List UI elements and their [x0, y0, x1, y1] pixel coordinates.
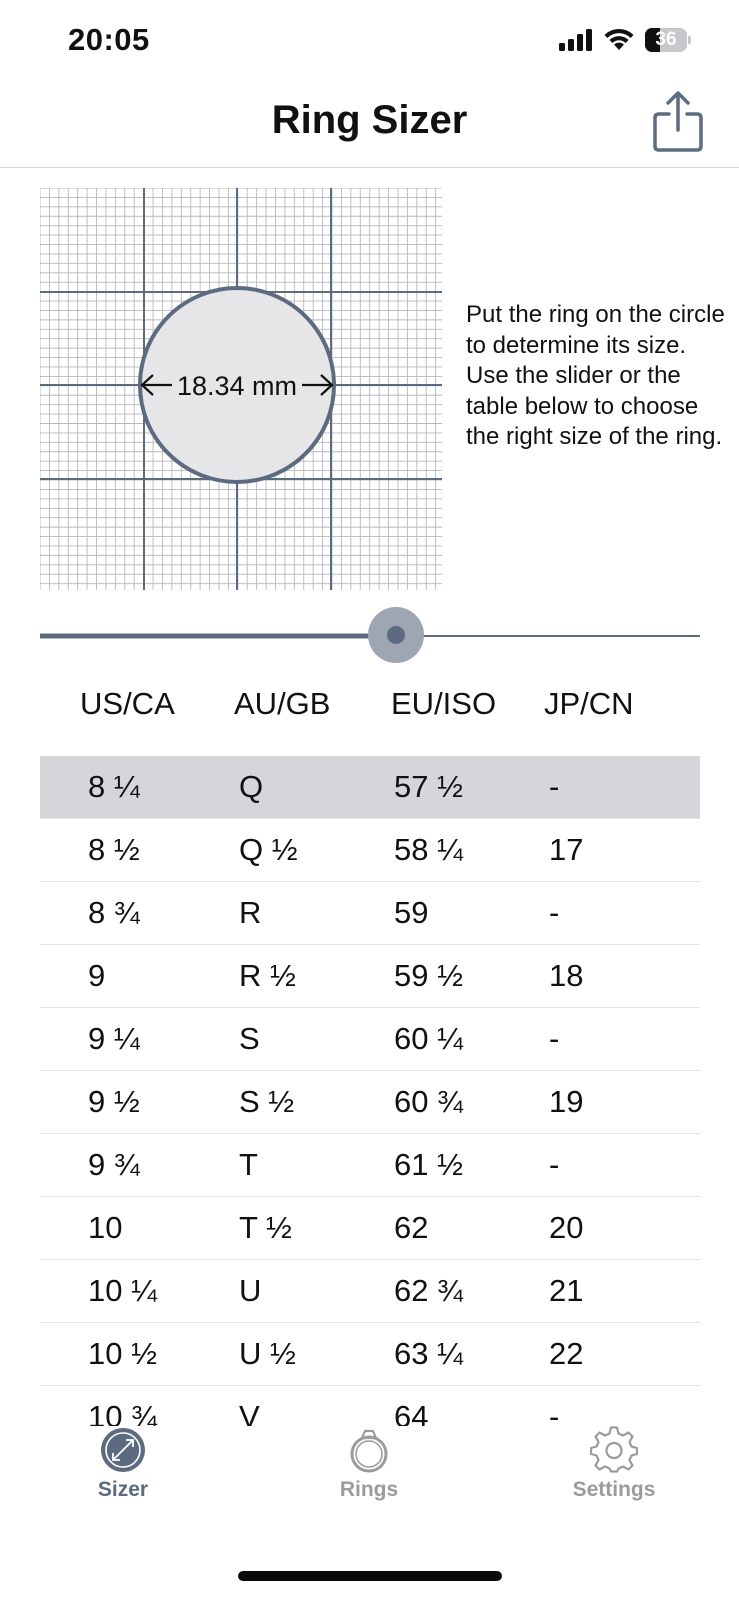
- cell-au-gb: R: [239, 895, 262, 930]
- table-row[interactable]: 9 R ½ 59 ½ 18: [40, 945, 700, 1008]
- header-au-gb: AU/GB: [234, 686, 331, 721]
- cell-jp-cn: 19: [549, 1084, 584, 1119]
- battery-level: 36: [655, 29, 677, 50]
- home-indicator: [238, 1571, 502, 1581]
- sizer-grid[interactable]: 18.34 mm: [39, 187, 442, 590]
- cell-jp-cn: -: [549, 1021, 560, 1056]
- cell-us-ca: 9: [88, 958, 106, 993]
- cell-au-gb: Q: [239, 769, 264, 804]
- cell-au-gb: U: [239, 1273, 262, 1308]
- cell-eu-iso: 60 ¼: [394, 1021, 463, 1056]
- cell-eu-iso: 60 ¾: [394, 1084, 463, 1119]
- cell-us-ca: 9 ¾: [88, 1147, 140, 1182]
- cell-us-ca: 9 ½: [88, 1084, 140, 1119]
- table-row[interactable]: 10 T ½ 62 20: [40, 1197, 700, 1260]
- table-row[interactable]: 8 ½ Q ½ 58 ¼ 17: [40, 819, 700, 882]
- cell-au-gb: R ½: [239, 958, 296, 993]
- cell-au-gb: T ½: [239, 1210, 292, 1245]
- cell-us-ca: 8 ¾: [88, 895, 140, 930]
- gear-icon: [590, 1426, 638, 1473]
- cell-us-ca: 10 ¾: [88, 1399, 157, 1426]
- cell-us-ca: 8 ¼: [88, 769, 140, 804]
- nav-bar: Ring Sizer: [0, 84, 739, 168]
- cell-eu-iso: 59: [394, 895, 429, 930]
- cell-eu-iso: 62: [394, 1210, 429, 1245]
- tab-settings[interactable]: Settings: [534, 1426, 694, 1502]
- cell-au-gb: S ½: [239, 1084, 295, 1119]
- cell-eu-iso: 62 ¾: [394, 1273, 463, 1308]
- cell-us-ca: 10 ½: [88, 1336, 157, 1371]
- table-row[interactable]: 10 ¾ V 64 -: [40, 1386, 700, 1426]
- table-row[interactable]: 8 ¾ R 59 -: [40, 882, 700, 945]
- table-row[interactable]: 9 ¼ S 60 ¼ -: [40, 1008, 700, 1071]
- cellular-signal-icon: [559, 29, 592, 51]
- tab-sizer-label: Sizer: [97, 1478, 149, 1501]
- table-header: US/CA AU/GB EU/ISO JP/CN: [40, 680, 700, 740]
- share-button[interactable]: [651, 90, 705, 154]
- cell-us-ca: 10 ¼: [88, 1273, 157, 1308]
- cell-jp-cn: 18: [549, 958, 584, 993]
- cell-jp-cn: -: [549, 895, 560, 930]
- cell-au-gb: T: [239, 1147, 258, 1182]
- cell-eu-iso: 64: [394, 1399, 429, 1426]
- cell-eu-iso: 61 ½: [394, 1147, 463, 1182]
- cell-eu-iso: 57 ½: [394, 769, 463, 804]
- diameter-label: 18.34 mm: [177, 371, 297, 401]
- table-row[interactable]: 8 ¼ Q 57 ½ -: [40, 756, 700, 819]
- cell-au-gb: V: [239, 1399, 260, 1426]
- page-title: Ring Sizer: [271, 98, 468, 142]
- size-table[interactable]: 8 ¼ Q 57 ½ - 8 ½ Q ½ 58 ¼ 17 8 ¾ R 59 - …: [40, 756, 700, 1426]
- cell-eu-iso: 63 ¼: [394, 1336, 463, 1371]
- tab-rings-label: Rings: [339, 1478, 399, 1501]
- ring-icon: [350, 1429, 388, 1473]
- grid-canvas: 18.34 mm: [39, 187, 442, 590]
- cell-eu-iso: 58 ¼: [394, 832, 463, 867]
- table-row[interactable]: 10 ¼ U 62 ¾ 21: [40, 1260, 700, 1323]
- size-slider[interactable]: [40, 600, 700, 670]
- cell-jp-cn: -: [549, 1399, 560, 1426]
- cell-us-ca: 10: [88, 1210, 123, 1245]
- cell-jp-cn: 17: [549, 832, 584, 867]
- header-jp-cn: JP/CN: [544, 686, 634, 721]
- instructions-text: Put the ring on the circle to determine …: [466, 301, 725, 450]
- header-eu-iso: EU/ISO: [391, 686, 497, 721]
- battery-icon: 36: [645, 28, 691, 52]
- status-icons: 36: [559, 28, 691, 52]
- table-row[interactable]: 10 ½ U ½ 63 ¼ 22: [40, 1323, 700, 1386]
- cell-jp-cn: 21: [549, 1273, 584, 1308]
- cell-jp-cn: 20: [549, 1210, 584, 1245]
- tab-sizer[interactable]: Sizer: [43, 1426, 203, 1502]
- wifi-icon: [604, 28, 634, 50]
- share-icon: [653, 91, 703, 152]
- cell-us-ca: 8 ½: [88, 832, 140, 867]
- cell-au-gb: Q ½: [239, 832, 298, 867]
- status-bar: 20:05 36: [0, 0, 739, 84]
- cell-jp-cn: 22: [549, 1336, 584, 1371]
- slider-thumb[interactable]: [387, 626, 405, 644]
- cell-eu-iso: 59 ½: [394, 958, 463, 993]
- tab-settings-label: Settings: [572, 1478, 656, 1501]
- table-row[interactable]: 9 ½ S ½ 60 ¾ 19: [40, 1071, 700, 1134]
- status-time: 20:05: [68, 22, 150, 57]
- ruler-circle-icon: [101, 1428, 145, 1472]
- table-row[interactable]: 9 ¾ T 61 ½ -: [40, 1134, 700, 1197]
- cell-us-ca: 9 ¼: [88, 1021, 140, 1056]
- cell-jp-cn: -: [549, 1147, 560, 1182]
- header-us-ca: US/CA: [80, 686, 175, 721]
- cell-jp-cn: -: [549, 769, 560, 804]
- cell-au-gb: U ½: [239, 1336, 296, 1371]
- tab-rings[interactable]: Rings: [289, 1426, 449, 1502]
- cell-au-gb: S: [239, 1021, 260, 1056]
